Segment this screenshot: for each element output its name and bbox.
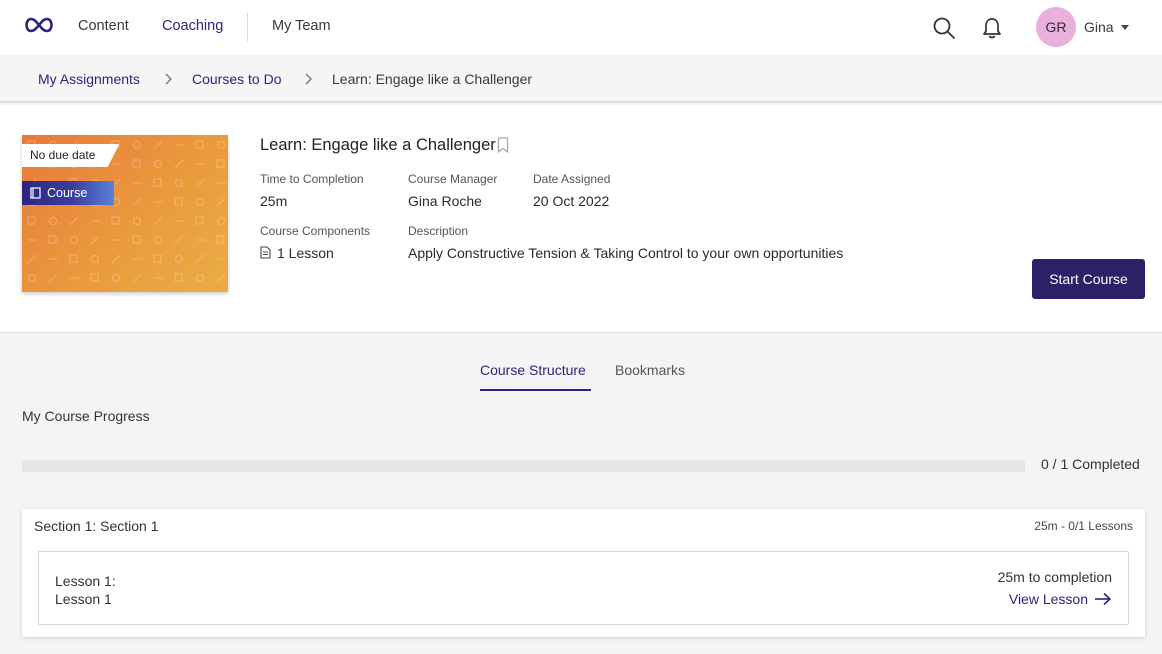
logo-icon[interactable]	[22, 14, 56, 36]
section-title: Section 1: Section 1	[34, 518, 159, 534]
pattern-doodle	[153, 178, 162, 187]
pattern-doodle	[154, 160, 162, 168]
pattern-doodle	[70, 236, 78, 244]
pattern-doodle	[174, 159, 184, 169]
course-type-tag: Course	[22, 181, 114, 205]
pattern-doodle	[174, 235, 184, 245]
pattern-doodle	[217, 217, 225, 225]
breadcrumb-courses-to-do[interactable]: Courses to Do	[192, 71, 281, 87]
pattern-doodle	[195, 254, 205, 264]
course-header: No due date Course Learn: Engage like a …	[0, 105, 1162, 333]
caret-down-icon[interactable]	[1121, 25, 1129, 30]
nav-coaching[interactable]: Coaching	[162, 18, 223, 34]
lesson-item[interactable]: Lesson 1: Lesson 1 25m to completion Vie…	[38, 551, 1129, 625]
nav-divider	[247, 13, 248, 41]
user-name[interactable]: Gina	[1084, 19, 1114, 35]
pattern-doodle	[217, 141, 225, 149]
pattern-doodle	[175, 179, 183, 187]
chevron-right-icon	[165, 73, 172, 85]
description-label: Description	[408, 224, 469, 238]
time-value: 25m	[260, 193, 288, 209]
pattern-doodle	[174, 273, 183, 282]
nav-my-team[interactable]: My Team	[272, 18, 331, 34]
pattern-doodle	[69, 216, 79, 226]
document-icon	[260, 246, 271, 259]
components-label: Course Components	[260, 224, 371, 238]
pattern-doodle	[90, 273, 99, 282]
tab-bookmarks[interactable]: Bookmarks	[615, 362, 685, 378]
tab-course-structure[interactable]: Course Structure	[480, 362, 586, 378]
breadcrumb: My Assignments Courses to Do Learn: Enga…	[0, 55, 1162, 103]
course-title: Learn: Engage like a Challenger	[260, 136, 496, 154]
pattern-doodle	[91, 255, 99, 263]
course-type-label: Course	[47, 186, 88, 200]
pattern-doodle	[28, 274, 36, 282]
pattern-doodle	[49, 217, 57, 225]
breadcrumb-current: Learn: Engage like a Challenger	[332, 71, 533, 87]
progress-text: 0 / 1 Completed	[1041, 456, 1140, 472]
lesson-name: Lesson 1	[55, 591, 112, 607]
pattern-doodle	[153, 140, 163, 150]
time-label: Time to Completion	[260, 172, 364, 186]
top-nav: Content Coaching My Team GR Gina	[0, 0, 1162, 55]
lesson-number: Lesson 1:	[55, 573, 116, 589]
pattern-doodle	[216, 235, 225, 244]
pattern-doodle	[132, 273, 142, 283]
pattern-doodle	[174, 197, 183, 206]
pattern-doodle	[111, 216, 120, 225]
chevron-right-icon	[305, 73, 312, 85]
search-icon[interactable]	[932, 16, 956, 40]
pattern-doodle	[132, 235, 141, 244]
section-card: Section 1: Section 1 25m - 0/1 Lessons L…	[22, 509, 1145, 637]
pattern-doodle	[111, 254, 121, 264]
arrow-right-icon	[1095, 592, 1112, 606]
pattern-doodle	[196, 198, 204, 206]
pattern-doodle	[195, 140, 204, 149]
active-tab-indicator	[480, 389, 591, 391]
pattern-doodle	[27, 254, 37, 264]
pattern-doodle	[112, 274, 120, 282]
pattern-doodle	[90, 235, 100, 245]
book-icon	[30, 187, 41, 199]
pattern-doodle	[154, 236, 162, 244]
pattern-doodle	[27, 216, 36, 225]
breadcrumb-my-assignments[interactable]: My Assignments	[38, 71, 140, 87]
pattern-doodle	[216, 273, 226, 283]
view-lesson-link[interactable]: View Lesson	[1009, 591, 1112, 607]
nav-content[interactable]: Content	[78, 18, 129, 34]
pattern-doodle	[48, 235, 57, 244]
progress-title: My Course Progress	[22, 408, 150, 424]
manager-label: Course Manager	[408, 172, 498, 186]
components-value: 1 Lesson	[277, 245, 334, 261]
pattern-doodle	[133, 141, 141, 149]
pattern-doodle	[48, 273, 58, 283]
bookmark-icon[interactable]	[497, 137, 509, 153]
avatar[interactable]: GR	[1036, 7, 1076, 47]
pattern-doodle	[69, 254, 78, 263]
section-meta: 25m - 0/1 Lessons	[1034, 519, 1133, 533]
pattern-doodle	[133, 217, 141, 225]
pattern-doodle	[216, 197, 226, 207]
assigned-value: 20 Oct 2022	[533, 193, 610, 209]
view-lesson-label: View Lesson	[1008, 591, 1088, 607]
manager-value: Gina Roche	[408, 193, 482, 209]
progress-bar	[22, 460, 1025, 472]
pattern-doodle	[153, 216, 163, 226]
pattern-doodle	[196, 274, 204, 282]
pattern-doodle	[132, 197, 142, 207]
bell-icon[interactable]	[981, 16, 1003, 40]
due-date-tag: No due date	[22, 144, 120, 167]
pattern-doodle	[195, 178, 205, 188]
start-course-button[interactable]: Start Course	[1032, 259, 1145, 299]
assigned-label: Date Assigned	[533, 172, 611, 186]
course-thumbnail: No due date Course	[22, 135, 228, 292]
pattern-doodle	[216, 159, 225, 168]
lesson-time: 25m to completion	[997, 569, 1112, 585]
pattern-doodle	[153, 254, 162, 263]
description-value: Apply Constructive Tension & Taking Cont…	[408, 245, 844, 261]
pattern-doodle	[132, 159, 141, 168]
pattern-doodle	[175, 255, 183, 263]
pattern-doodle	[195, 216, 204, 225]
